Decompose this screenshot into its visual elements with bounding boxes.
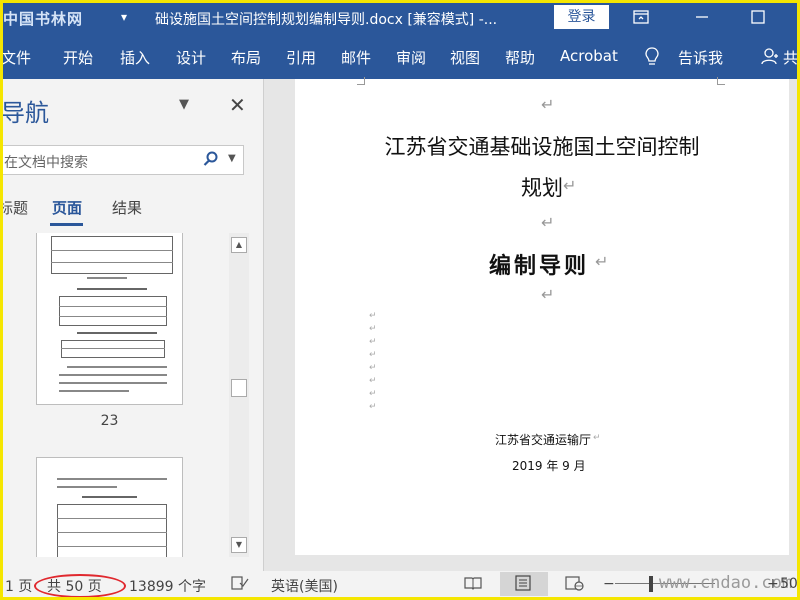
tab-design[interactable]: 设计 — [176, 47, 206, 68]
paragraph-mark: ↵ — [563, 176, 577, 195]
nav-search-input[interactable]: 在文档中搜索 ▼ — [3, 145, 244, 175]
zoom-slider-handle[interactable] — [649, 576, 653, 592]
paragraph-mark: ↵ — [595, 252, 609, 271]
status-current-page[interactable]: 1 页 — [5, 576, 32, 596]
tab-references[interactable]: 引用 — [286, 47, 316, 68]
empty-paragraph-mark: ↵ — [369, 402, 377, 412]
paragraph-mark: ↵ — [541, 285, 555, 304]
nav-tab-results[interactable]: 结果 — [112, 197, 142, 218]
tab-view[interactable]: 视图 — [450, 47, 480, 68]
page-thumbnail-24[interactable] — [36, 457, 183, 557]
page-thumbnails: 23 — [3, 233, 229, 557]
empty-paragraph-mark: ↵ — [369, 363, 377, 373]
maximize-icon[interactable] — [747, 7, 769, 27]
nav-tab-headings[interactable]: 标题 — [3, 197, 28, 218]
document-page[interactable]: ↵ 江苏省交通基础设施国土空间控制 规划 ↵ ↵ 编制导则 ↵ ↵ ↵ ↵ ↵ … — [295, 77, 789, 555]
scrollbar-thumb[interactable] — [231, 379, 247, 397]
tab-insert[interactable]: 插入 — [120, 47, 150, 68]
empty-paragraph-mark: ↵ — [369, 350, 377, 360]
nav-pane-title: 导航 — [3, 99, 49, 127]
ribbon-display-icon[interactable] — [630, 7, 652, 27]
tab-acrobat[interactable]: Acrobat — [560, 47, 618, 65]
document-area: ↵ 江苏省交通基础设施国土空间控制 规划 ↵ ↵ 编制导则 ↵ ↵ ↵ ↵ ↵ … — [264, 77, 797, 571]
tab-file[interactable]: 文件 — [3, 47, 31, 68]
navigation-pane: 导航 ▼ ✕ 在文档中搜索 ▼ 标题 页面 结果 23 ▲ ▼ — [3, 79, 263, 571]
empty-paragraph-mark: ↵ — [369, 311, 377, 321]
zoom-level[interactable]: 50 — [780, 576, 797, 592]
status-word-count[interactable]: 13899 个字 — [129, 576, 206, 596]
tab-mailings[interactable]: 邮件 — [341, 47, 371, 68]
thumbnail-page-number: 23 — [100, 413, 119, 429]
scroll-down-arrow-icon[interactable]: ▼ — [231, 537, 247, 553]
search-options-chevron-icon[interactable]: ▼ — [228, 153, 236, 164]
proofing-icon[interactable] — [231, 575, 249, 595]
watermark-logo: 中国书林网 — [3, 10, 84, 28]
title-bar: 中国书林网 ▾ 础设施国土空间控制规划编制导则.docx [兼容模式] -...… — [3, 3, 797, 33]
print-layout-icon[interactable] — [514, 575, 532, 595]
lightbulb-icon[interactable] — [644, 47, 660, 71]
minimize-icon[interactable] — [691, 7, 713, 27]
highlight-circle — [34, 574, 126, 597]
empty-paragraph-mark: ↵ — [369, 337, 377, 347]
search-icon[interactable] — [203, 151, 219, 171]
document-organization: 江苏省交通运输厅 — [495, 433, 592, 447]
tab-layout[interactable]: 布局 — [231, 47, 261, 68]
nav-options-chevron-icon[interactable]: ▼ — [179, 97, 189, 112]
web-layout-icon[interactable] — [565, 575, 585, 595]
paragraph-mark: ↵ — [541, 213, 555, 232]
document-title-line2: 规划 — [521, 176, 563, 200]
crop-mark — [717, 77, 725, 85]
empty-paragraph-mark: ↵ — [369, 376, 377, 386]
status-bar: 1 页 共 50 页 13899 个字 英语(美国) − www.cndao.c… — [3, 571, 797, 597]
scroll-up-arrow-icon[interactable]: ▲ — [231, 237, 247, 253]
share-user-icon[interactable] — [761, 47, 779, 69]
zoom-in-button[interactable]: + — [767, 576, 779, 592]
active-tab-indicator — [50, 223, 83, 226]
paragraph-mark: ↵ — [541, 95, 555, 114]
status-language[interactable]: 英语(美国) — [271, 576, 338, 596]
read-mode-icon[interactable] — [463, 575, 483, 595]
word-window: 中国书林网 ▾ 础设施国土空间控制规划编制导则.docx [兼容模式] -...… — [3, 3, 797, 597]
nav-tab-pages[interactable]: 页面 — [52, 197, 82, 218]
tell-me-search[interactable]: 告诉我 — [678, 47, 723, 68]
share-button[interactable]: 共 — [783, 47, 797, 68]
crop-mark — [357, 77, 365, 85]
quick-access-dropdown[interactable]: ▾ — [121, 10, 127, 24]
tab-home[interactable]: 开始 — [63, 47, 93, 68]
page-thumbnail-23[interactable] — [36, 233, 183, 405]
document-date: 2019 年 9 月 — [512, 459, 586, 473]
empty-paragraph-mark: ↵ — [369, 389, 377, 399]
empty-paragraph-mark: ↵ — [369, 324, 377, 334]
login-button[interactable]: 登录 — [554, 5, 609, 29]
ribbon-tab-bar: 文件 开始 插入 设计 布局 引用 邮件 审阅 视图 帮助 Acrobat 告诉… — [3, 33, 797, 79]
tab-review[interactable]: 审阅 — [396, 47, 426, 68]
paragraph-mark: ↵ — [593, 433, 601, 443]
window-title: 础设施国土空间控制规划编制导则.docx [兼容模式] -... — [155, 12, 498, 28]
tab-help[interactable]: 帮助 — [505, 47, 535, 68]
zoom-out-button[interactable]: − — [603, 576, 615, 592]
nav-scrollbar[interactable]: ▲ ▼ — [229, 233, 249, 557]
document-title-line1: 江苏省交通基础设施国土空间控制 — [384, 135, 700, 159]
search-placeholder: 在文档中搜索 — [4, 155, 88, 171]
nav-close-icon[interactable]: ✕ — [229, 93, 246, 117]
document-subtitle: 编制导则 — [489, 254, 590, 279]
